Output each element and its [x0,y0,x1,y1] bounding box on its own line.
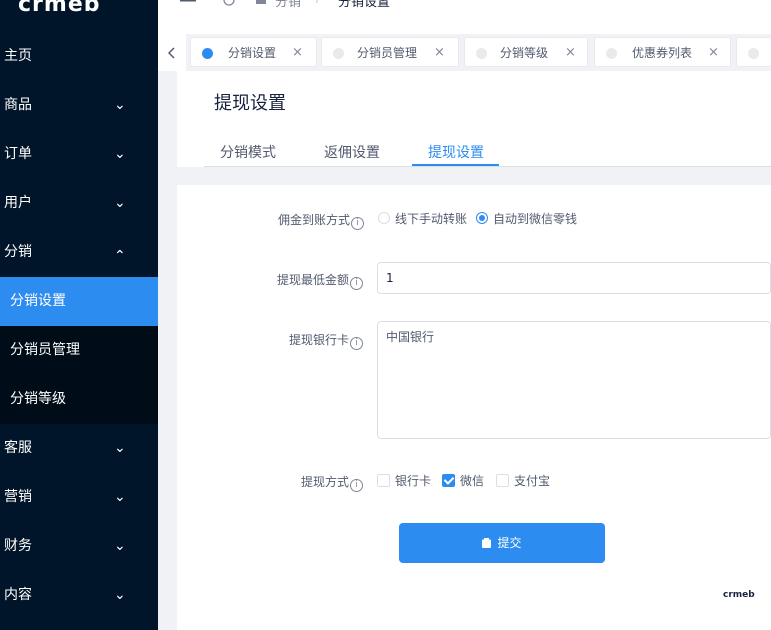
sidebar-item-users[interactable]: 用户 ⌄ [0,179,158,228]
chevron-down-icon: ⌄ [114,489,126,505]
save-icon [482,524,492,564]
checkbox-wechat[interactable] [442,474,455,487]
tag-label: 优惠券列表 [632,46,693,60]
min-amount-label: 提现最低金额 i [277,271,364,290]
tab-active-indicator [412,164,499,166]
page-title: 提现设置 [214,93,286,114]
tab-withdrawal-settings[interactable]: 提现设置 [428,142,484,162]
submenu-item-distribution-settings[interactable]: 分销设置 [0,277,158,326]
min-amount-input[interactable]: 1 [377,262,771,294]
radio-auto-wechat[interactable] [476,212,488,224]
submit-label: 提交 [497,536,522,550]
withdrawal-settings-form: 佣金到账方式 i 线下手动转账 自动到微信零钱 提现最低金额 i 1 提现银行卡 i … [177,185,771,630]
sidebar-item-marketing[interactable]: 营销 ⌄ [0,473,158,522]
sidebar-item-label: 内容 [4,587,32,603]
tab-commission-settings[interactable]: 返佣设置 [324,142,380,162]
refresh-icon[interactable] [222,0,236,11]
chevron-down-icon: ⌄ [114,146,126,162]
submenu-item-label: 分销员管理 [10,342,80,358]
close-icon[interactable]: × [565,38,576,68]
tag-distribution-settings[interactable]: 分销设置 × [190,37,317,67]
radio-label: 线下手动转账 [395,212,468,226]
submenu-item-label: 分销设置 [10,293,66,309]
tabs-divider [204,166,771,167]
menu-collapse-icon[interactable] [180,0,196,11]
sidebar-item-products[interactable]: 商品 ⌄ [0,81,158,130]
submit-button[interactable]: 提交 [399,523,605,563]
tag-label: 分销等级 [500,46,549,60]
withdraw-method-label: 提现方式 i [301,473,364,492]
chevron-down-icon: ⌄ [114,440,126,456]
radio-label: 自动到微信零钱 [493,212,578,226]
watermark-logo: crmeb [723,590,755,600]
tags-scroll-left-button[interactable] [158,34,186,71]
chevron-down-icon: ⌄ [114,538,126,554]
info-icon: i [351,217,365,230]
info-icon: i [350,479,364,492]
sidebar-item-label: 订单 [4,146,32,162]
tag-distribution-levels[interactable]: 分销等级 × [464,37,588,67]
home-icon [255,0,267,9]
page-header: 提现设置 分销模式 返佣设置 提现设置 [177,71,771,167]
tags-bar: 分销设置 × 分销员管理 × 分销等级 × 优惠券列表 × [158,34,771,71]
sidebar-item-home[interactable]: 主页 [0,32,158,81]
account-method-label: 佣金到账方式 i [278,211,365,230]
tag-dot-icon [202,48,213,59]
info-icon: i [350,337,364,350]
checkbox-label: 银行卡 [395,474,432,488]
tag-overflow[interactable] [736,37,771,67]
checkbox-bank-card[interactable] [377,474,390,487]
checkbox-label: 支付宝 [514,474,551,488]
bank-card-textarea[interactable]: 中国银行 [377,321,771,439]
chevron-down-icon: ⌄ [114,195,126,211]
chevron-down-icon: ⌄ [114,97,126,113]
breadcrumb-separator: / [316,0,320,6]
info-icon: i [350,277,364,290]
bank-card-label: 提现银行卡 i [289,331,364,350]
tag-dot-icon [333,48,344,59]
logo: crmeb [18,0,101,17]
chevron-up-icon: ⌃ [114,248,126,264]
breadcrumb-current: 分销设置 [338,0,391,10]
checkbox-label: 微信 [460,474,485,488]
checkbox-alipay[interactable] [496,474,509,487]
top-header: 分销 / 分销设置 [158,0,771,34]
sidebar-item-content[interactable]: 内容 ⌄ [0,571,158,620]
tab-distribution-mode[interactable]: 分销模式 [220,142,276,162]
chevron-down-icon: ⌄ [114,587,126,603]
sidebar-item-label: 主页 [4,48,32,64]
tag-label: 分销员管理 [357,46,418,60]
close-icon[interactable]: × [434,38,445,68]
submenu-item-distribution-levels[interactable]: 分销等级 [0,375,158,424]
tag-label: 分销设置 [228,46,277,60]
tag-coupon-list[interactable]: 优惠券列表 × [594,37,731,67]
breadcrumb-item[interactable]: 分销 [275,0,301,10]
sidebar-item-distribution[interactable]: 分销 ⌃ [0,228,158,277]
tag-dot-icon [748,48,759,59]
tag-distributor-management[interactable]: 分销员管理 × [321,37,459,67]
sidebar-item-label: 财务 [4,538,32,554]
tag-dot-icon [476,48,487,59]
radio-offline-transfer[interactable] [378,212,390,224]
sidebar: crmeb 主页 商品 ⌄ 订单 ⌄ 用户 ⌄ 分销 ⌃ 分销设置 分销员管理 … [0,0,158,630]
sidebar-item-customer-service[interactable]: 客服 ⌄ [0,424,158,473]
sidebar-item-finance[interactable]: 财务 ⌄ [0,522,158,571]
close-icon[interactable]: × [292,38,303,68]
sidebar-item-orders[interactable]: 订单 ⌄ [0,130,158,179]
sidebar-item-label: 客服 [4,440,32,456]
sidebar-item-label: 用户 [4,195,32,211]
distribution-submenu: 分销设置 分销员管理 分销等级 [0,277,158,424]
sidebar-item-label: 营销 [4,489,32,505]
sidebar-item-label: 商品 [4,97,32,113]
submenu-item-label: 分销等级 [10,391,66,407]
submenu-item-distributor-management[interactable]: 分销员管理 [0,326,158,375]
tag-dot-icon [606,48,617,59]
close-icon[interactable]: × [708,38,719,68]
sidebar-item-label: 分销 [4,244,32,260]
